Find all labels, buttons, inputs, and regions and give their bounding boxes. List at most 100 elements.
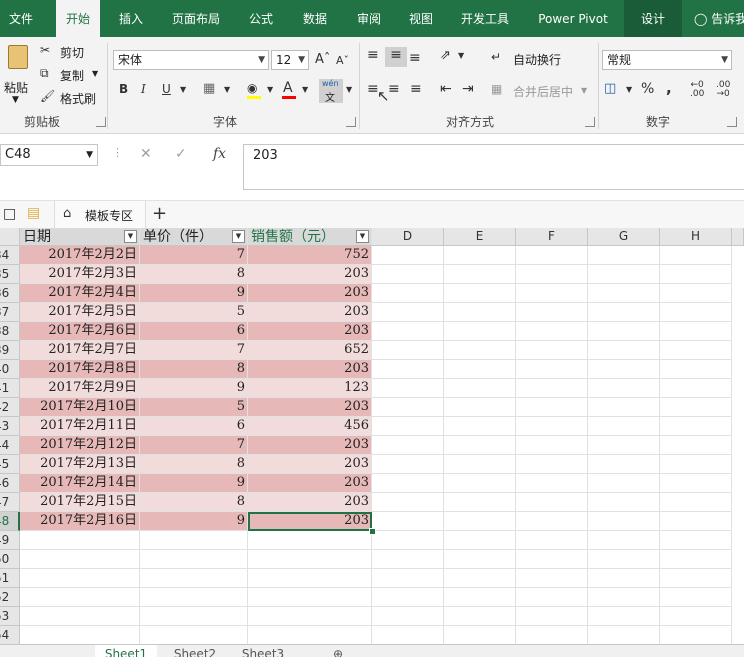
empty-cell[interactable] [372, 436, 444, 455]
empty-cell[interactable] [588, 512, 660, 531]
empty-cell[interactable] [372, 588, 444, 607]
row-header[interactable]: 37 [0, 303, 20, 322]
phonetic-button[interactable]: wén 文 [319, 79, 343, 104]
empty-cell[interactable] [588, 607, 660, 626]
date-cell[interactable]: 2017年2月14日 [20, 474, 140, 493]
name-box[interactable]: C48 ▼ [0, 144, 98, 166]
empty-cell[interactable] [372, 417, 444, 436]
price-cell[interactable]: 9 [140, 379, 248, 398]
empty-cell[interactable] [444, 474, 516, 493]
empty-cell[interactable] [248, 550, 372, 569]
empty-cell[interactable] [588, 436, 660, 455]
empty-cell[interactable] [516, 284, 588, 303]
filter-dropdown-icon[interactable]: ▼ [232, 230, 245, 243]
empty-cell[interactable] [588, 474, 660, 493]
row-header[interactable]: 54 [0, 626, 20, 644]
empty-cell[interactable] [660, 417, 732, 436]
row-header[interactable]: 43 [0, 417, 20, 436]
sales-cell[interactable]: 652 [248, 341, 372, 360]
empty-cell[interactable] [516, 417, 588, 436]
empty-cell[interactable] [444, 265, 516, 284]
align-right-icon[interactable]: ≡ [410, 81, 422, 97]
column-header[interactable]: D [372, 228, 444, 246]
date-cell[interactable]: 2017年2月7日 [20, 341, 140, 360]
sales-cell[interactable]: 203 [248, 284, 372, 303]
price-cell[interactable]: 9 [140, 284, 248, 303]
empty-cell[interactable] [660, 550, 732, 569]
worksheet-grid[interactable]: 日期▼单价（件）▼销售额（元）▼DEFGH342017年2月2日77523520… [0, 228, 744, 644]
empty-cell[interactable] [444, 303, 516, 322]
row-header[interactable]: 51 [0, 569, 20, 588]
empty-cell[interactable] [372, 512, 444, 531]
table-header-cell[interactable]: 销售额（元） ▼ [248, 228, 372, 246]
date-cell[interactable]: 2017年2月12日 [20, 436, 140, 455]
column-header[interactable] [732, 228, 744, 246]
increase-decimal-icon[interactable]: ←0.00 [690, 81, 704, 99]
price-cell[interactable]: 7 [140, 246, 248, 265]
orientation-icon[interactable]: ⇗ [440, 48, 451, 63]
paste-button[interactable]: 粘贴 ▼ [2, 41, 34, 105]
decrease-indent-icon[interactable]: ⇤ [440, 81, 452, 97]
empty-cell[interactable] [248, 569, 372, 588]
tab-design[interactable]: 设计 [624, 0, 682, 37]
empty-cell[interactable] [444, 284, 516, 303]
empty-cell[interactable] [660, 379, 732, 398]
sales-cell[interactable]: 203 [248, 360, 372, 379]
sales-cell[interactable]: 123 [248, 379, 372, 398]
empty-cell[interactable] [588, 322, 660, 341]
empty-cell[interactable] [588, 341, 660, 360]
italic-icon[interactable]: I [141, 82, 146, 96]
empty-cell[interactable] [588, 569, 660, 588]
empty-cell[interactable] [660, 531, 732, 550]
sales-cell[interactable]: 203 [248, 265, 372, 284]
row-header[interactable]: 38 [0, 322, 20, 341]
sales-cell[interactable]: 203 [248, 474, 372, 493]
row-header[interactable]: 39 [0, 341, 20, 360]
price-cell[interactable]: 6 [140, 322, 248, 341]
bold-icon[interactable]: B [119, 82, 128, 96]
row-header[interactable]: 44 [0, 436, 20, 455]
align-bottom-icon[interactable]: ≡ [409, 50, 421, 66]
date-cell[interactable]: 2017年2月6日 [20, 322, 140, 341]
sales-cell[interactable]: 203 [248, 303, 372, 322]
empty-cell[interactable] [444, 436, 516, 455]
fill-handle[interactable] [369, 528, 376, 535]
chevron-down-icon[interactable]: ▼ [346, 85, 352, 94]
empty-cell[interactable] [588, 360, 660, 379]
empty-cell[interactable] [516, 322, 588, 341]
chevron-down-icon[interactable]: ▼ [180, 85, 186, 94]
empty-cell[interactable] [20, 569, 140, 588]
empty-cell[interactable] [20, 588, 140, 607]
empty-cell[interactable] [372, 607, 444, 626]
empty-cell[interactable] [372, 360, 444, 379]
empty-cell[interactable] [516, 493, 588, 512]
empty-cell[interactable] [444, 417, 516, 436]
date-cell[interactable]: 2017年2月2日 [20, 246, 140, 265]
tab-data[interactable]: 数据 [294, 0, 336, 37]
empty-cell[interactable] [372, 379, 444, 398]
empty-cell[interactable] [444, 607, 516, 626]
empty-cell[interactable] [516, 474, 588, 493]
empty-cell[interactable] [140, 550, 248, 569]
price-cell[interactable]: 8 [140, 455, 248, 474]
empty-cell[interactable] [516, 246, 588, 265]
row-header[interactable]: 41 [0, 379, 20, 398]
empty-cell[interactable] [372, 265, 444, 284]
empty-cell[interactable] [660, 455, 732, 474]
empty-cell[interactable] [444, 626, 516, 644]
font-launcher-icon[interactable]: ↘ [346, 117, 356, 127]
empty-cell[interactable] [372, 455, 444, 474]
empty-cell[interactable] [372, 550, 444, 569]
empty-cell[interactable] [516, 626, 588, 644]
select-all-corner[interactable] [0, 228, 20, 246]
empty-cell[interactable] [660, 436, 732, 455]
empty-cell[interactable] [372, 303, 444, 322]
template-tab[interactable]: ⌂ 模板专区 [54, 201, 146, 228]
empty-cell[interactable] [588, 398, 660, 417]
empty-cell[interactable] [660, 322, 732, 341]
row-header[interactable]: 47 [0, 493, 20, 512]
empty-cell[interactable] [444, 588, 516, 607]
empty-cell[interactable] [516, 303, 588, 322]
fill-color-button[interactable]: ◉ ▼ [245, 81, 275, 101]
row-header[interactable]: 48 [0, 512, 20, 531]
